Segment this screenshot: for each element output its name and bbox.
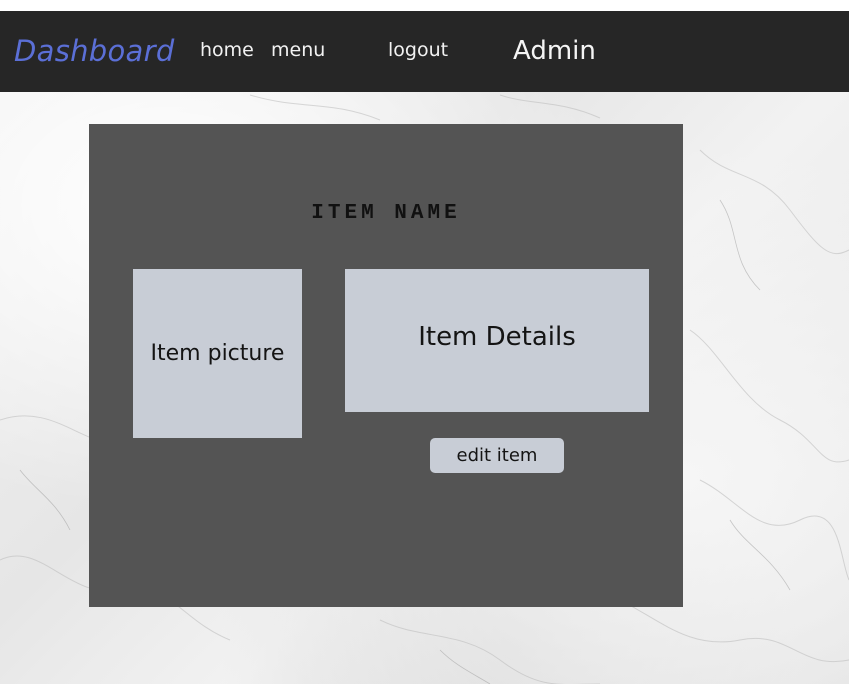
item-name-heading: ITEM NAME [311,202,461,225]
brand-logo-link[interactable]: Dashboard [14,34,175,68]
nav-link-menu[interactable]: menu [271,39,325,61]
nav-link-logout[interactable]: logout [388,39,448,61]
nav-link-home[interactable]: home [200,39,254,61]
item-details-box: Item Details [345,269,649,412]
item-panel: ITEM NAME Item picture Item Details edit… [89,124,683,607]
navbar: Dashboard home menu logout Admin [0,11,849,92]
item-picture-label: Item picture [150,341,285,366]
edit-item-button[interactable]: edit item [430,438,564,473]
user-role-label: Admin [513,36,596,66]
item-picture-placeholder: Item picture [133,269,302,438]
item-details-label: Item Details [418,322,576,352]
top-strip [0,0,849,11]
